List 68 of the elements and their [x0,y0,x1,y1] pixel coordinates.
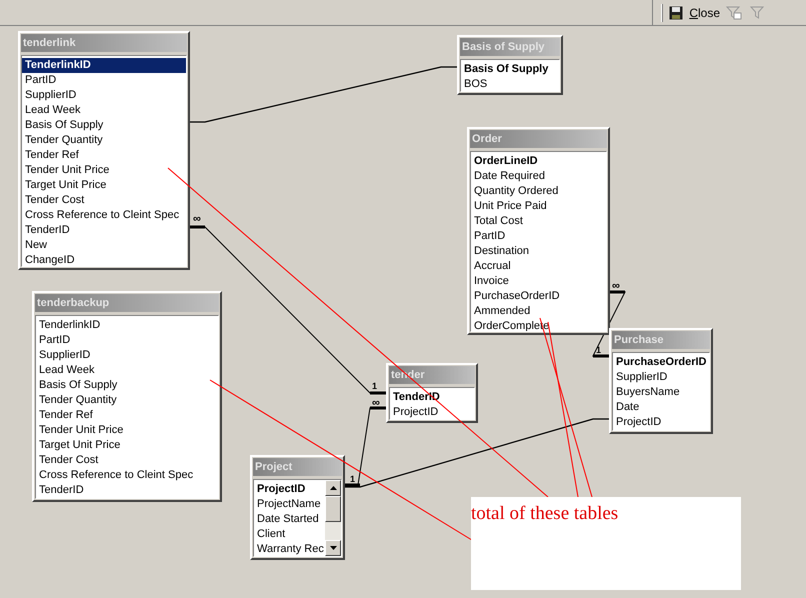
field-item[interactable]: Cross Reference to Cleint Spec [22,208,186,223]
cardinality-label: 1 [350,474,356,484]
field-item[interactable]: Destination [471,244,606,259]
field-item[interactable]: BOS [461,77,559,91]
cardinality-label: ∞ [372,397,380,409]
scrollbar[interactable] [325,480,341,556]
field-item[interactable]: Date Started [254,512,325,527]
field-item[interactable]: Date [613,400,709,415]
field-item[interactable]: Quantity Ordered [471,184,606,199]
field-item[interactable]: Basis Of Supply [36,378,218,393]
up-arrow-icon[interactable] [330,486,336,490]
field-item[interactable]: SupplierID [613,370,709,385]
table-title: Purchase [612,331,710,349]
cardinality-label: 1 [596,345,602,355]
field-item[interactable]: Target Unit Price [22,178,186,193]
field-item[interactable]: Tender Cost [36,453,218,468]
field-item[interactable]: Tender Quantity [36,393,218,408]
field-item[interactable]: ChangeID [22,253,186,266]
field-item[interactable]: TenderlinkID [22,58,186,73]
field-item[interactable]: Tender Ref [22,148,186,163]
cardinality-label: ∞ [612,280,620,292]
field-item[interactable]: Accrual [471,259,606,274]
field-item[interactable]: SupplierID [36,348,218,363]
field-item[interactable]: PartID [22,73,186,88]
field-item[interactable]: Ammended [471,304,606,319]
cardinality-label: 1 [372,381,378,391]
table-title: Project [253,458,342,476]
field-item[interactable]: BuyersName [613,385,709,400]
table-title: Basis of Supply [460,38,560,56]
field-item[interactable]: SupplierID [22,88,186,103]
down-arrow-icon[interactable] [330,546,336,550]
cardinality-label: ∞ [193,213,201,225]
field-item[interactable]: Date Required [471,169,606,184]
field-item[interactable]: Target Unit Price [36,438,218,453]
field-item[interactable]: TenderID [36,483,218,498]
field-item[interactable]: ProjectName [254,497,325,512]
field-item[interactable]: TenderlinkID [36,318,218,333]
table-title: tenderlink [21,34,187,52]
field-item[interactable]: PurchaseOrderID [613,355,709,370]
field-item[interactable]: PartID [471,229,606,244]
field-item[interactable]: PurchaseOrderID [471,289,606,304]
field-item[interactable]: New [22,238,186,253]
field-item[interactable]: OrderLineID [471,154,606,169]
field-item[interactable]: Tender Unit Price [36,423,218,438]
field-item[interactable]: Warranty Rec [254,542,325,556]
field-item[interactable]: ProjectID [613,415,709,430]
save-icon [669,6,684,20]
field-item[interactable]: Lead Week [36,363,218,378]
field-item[interactable]: Unit Price Paid [471,199,606,214]
field-item[interactable]: Basis Of Supply [461,62,559,77]
field-item[interactable]: Client [254,527,325,542]
field-item[interactable]: TenderID [22,223,186,238]
field-item[interactable]: Basis Of Supply [22,118,186,133]
field-item[interactable]: Total Cost [471,214,606,229]
field-item[interactable]: Tender Cost [22,193,186,208]
field-item[interactable]: Tender Ref [36,408,218,423]
field-item[interactable]: PartID [36,333,218,348]
field-item[interactable]: ProjectID [254,482,325,497]
field-item[interactable]: Tender Unit Price [22,163,186,178]
field-item[interactable]: Cross Reference to Cleint Spec [36,468,218,483]
field-item[interactable]: ProjectID [390,405,474,419]
field-item[interactable]: Lead Week [22,103,186,118]
field-item[interactable]: Invoice [471,274,606,289]
table-title: Order [470,130,607,148]
note-text: total of these tables [471,503,618,524]
table-title: tenderbackup [35,294,219,312]
field-item[interactable]: Tender Quantity [22,133,186,148]
close-button[interactable]: Close [689,4,720,22]
